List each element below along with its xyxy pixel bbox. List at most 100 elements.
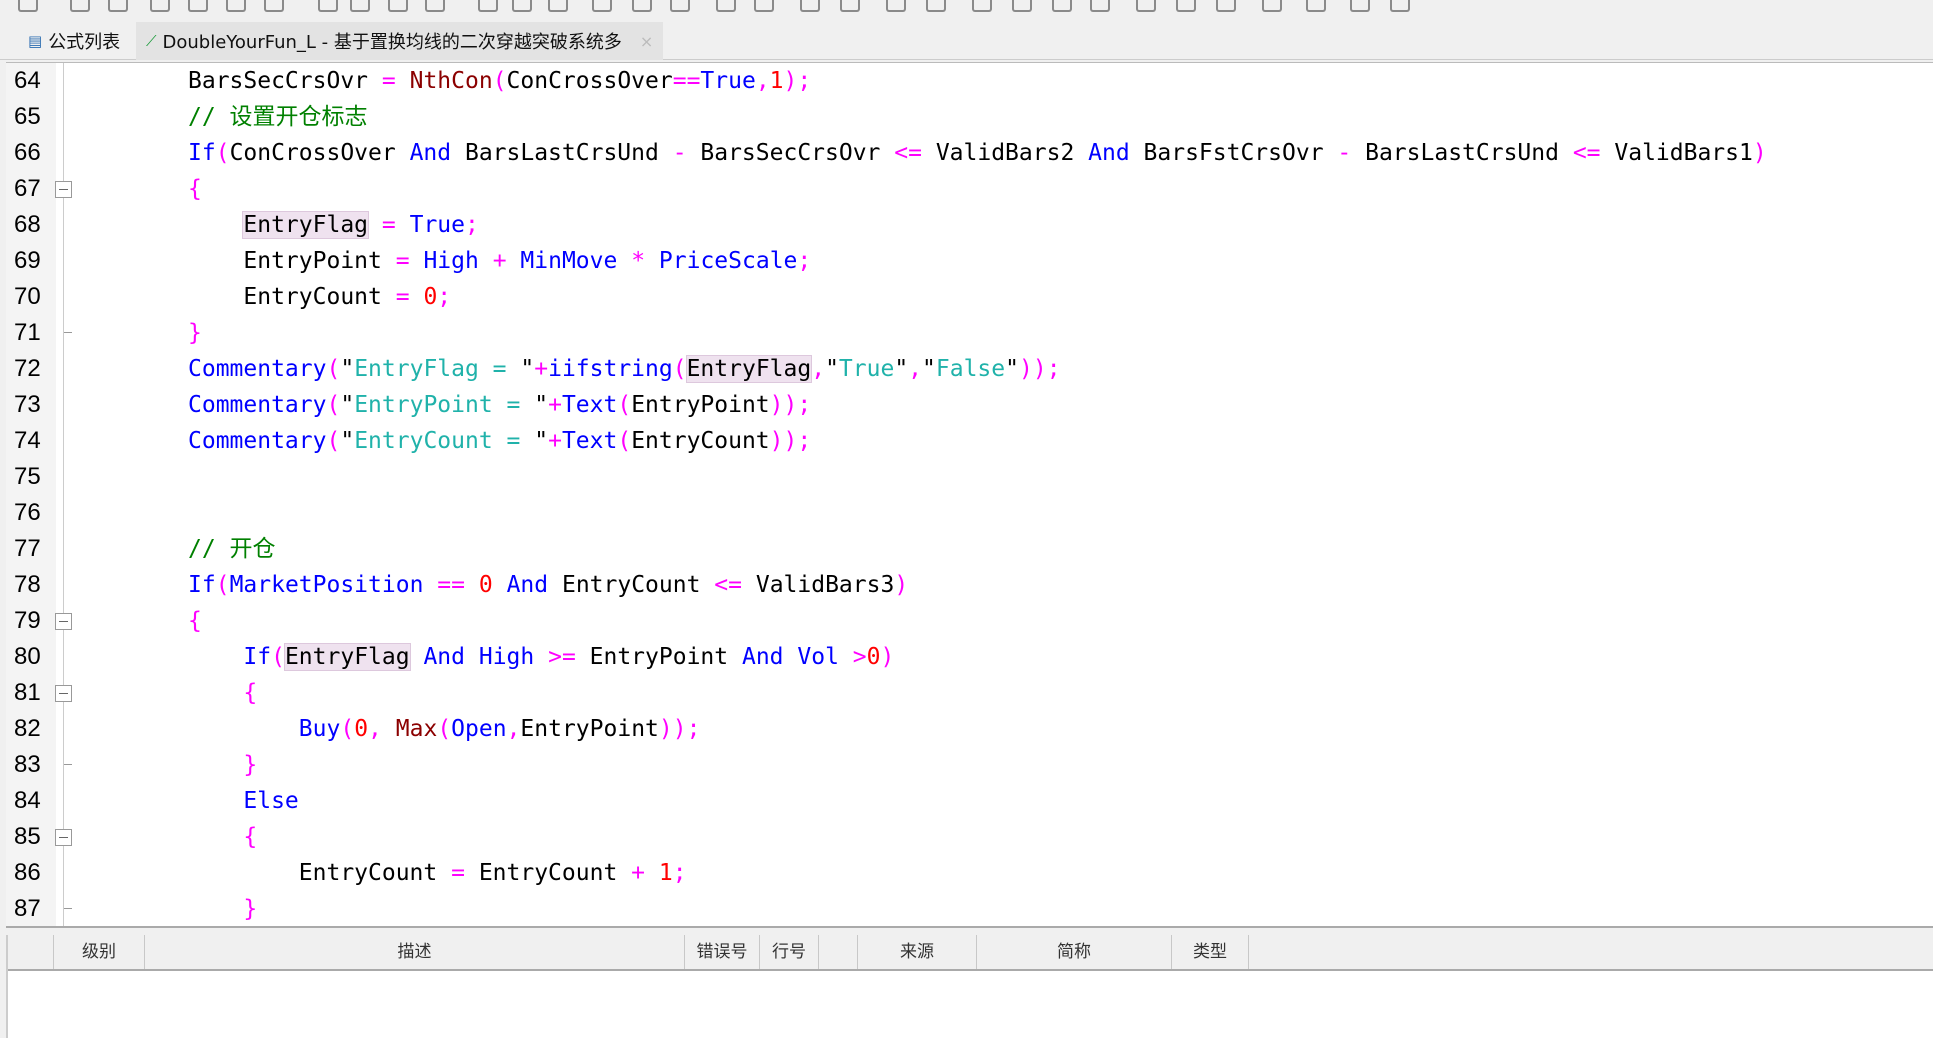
code-line[interactable]: 78 If(MarketPosition == 0 And EntryCount … [6,567,1933,603]
toolbar-button-icon[interactable] [592,0,612,12]
code-token: == [437,572,465,598]
toolbar-button-icon[interactable] [1012,0,1032,12]
fold-toggle-icon[interactable] [55,181,72,198]
code-text: { [188,603,202,639]
toolbar-button-icon[interactable] [632,0,652,12]
code-line[interactable]: 67 { [6,171,1933,207]
code-editor[interactable]: 64 BarsSecCrsOvr = NthCon(ConCrossOver==T… [6,62,1933,928]
toolbar-button-icon[interactable] [18,0,38,12]
code-line[interactable]: 65 // 设置开仓标志 [6,99,1933,135]
toolbar-button-icon[interactable] [318,0,338,12]
code-token: " [894,356,909,382]
code-token: ( [340,716,355,742]
column-header[interactable] [819,935,858,969]
code-line[interactable]: 87 } [6,891,1933,926]
code-text: // 设置开仓标志 [188,99,368,135]
fold-toggle-icon[interactable] [55,685,72,702]
toolbar-button-icon[interactable] [1216,0,1236,12]
code-line[interactable]: 85 { [6,819,1933,855]
toolbar-button-icon[interactable] [1390,0,1410,12]
code-token: Text [561,392,618,418]
code-line[interactable]: 76 [6,495,1933,531]
code-line[interactable]: 80 If(EntryFlag And High >= EntryPoint A… [6,639,1933,675]
toolbar-button-icon[interactable] [425,0,445,12]
toolbar-button-icon[interactable] [388,0,408,12]
code-line[interactable]: 66 If(ConCrossOver And BarsLastCrsUnd - B… [6,135,1933,171]
code-line[interactable]: 71} [6,315,1933,351]
toolbar-button-icon[interactable] [478,0,498,12]
code-token: PriceScale [658,248,798,274]
code-line[interactable]: 70 EntryCount = 0; [6,279,1933,315]
column-header[interactable]: 简称 [977,935,1172,969]
column-header[interactable] [8,935,54,969]
toolbar-button-icon[interactable] [188,0,208,12]
code-token: EntryCount [464,860,632,886]
toolbar-button-icon[interactable] [548,0,568,12]
code-token: ( [617,428,632,454]
code-line[interactable]: 77 // 开仓 [6,531,1933,567]
line-number: 78 [14,571,41,598]
code-line[interactable]: 82 Buy(0, Max(Open,EntryPoint)); [6,711,1933,747]
code-line[interactable]: 73 Commentary("EntryPoint = "+Text(EntryP… [6,387,1933,423]
code-token: True [700,68,756,94]
tab-formula-list[interactable]: ▤ 公式列表 [18,22,130,60]
toolbar-button-icon[interactable] [716,0,736,12]
code-line[interactable]: 69 EntryPoint = High + MinMove * PriceSc… [6,243,1933,279]
toolbar-button-icon[interactable] [350,0,370,12]
code-token: // 开仓 [188,536,276,562]
column-header[interactable]: 行号 [760,935,819,969]
code-line[interactable]: 72 Commentary("EntryFlag = "+iifstring(En… [6,351,1933,387]
code-line[interactable]: 79 { [6,603,1933,639]
toolbar-button-icon[interactable] [512,0,532,12]
code-line[interactable]: 81 { [6,675,1933,711]
toolbar-button-icon[interactable] [754,0,774,12]
code-line[interactable]: 74 Commentary("EntryCount = "+Text(EntryC… [6,423,1933,459]
toolbar-button-icon[interactable] [972,0,992,12]
code-token: NthCon [409,68,493,94]
fold-toggle-icon[interactable] [55,613,72,630]
tab-bar: ▤ 公式列表 ⟋ DoubleYourFun_L - 基于置换均线的二次穿越突破… [0,18,1933,60]
toolbar-button-icon[interactable] [70,0,90,12]
toolbar-button-icon[interactable] [108,0,128,12]
toolbar-button-icon[interactable] [264,0,284,12]
toolbar-button-icon[interactable] [1090,0,1110,12]
code-line[interactable]: 64 BarsSecCrsOvr = NthCon(ConCrossOver==T… [6,63,1933,99]
toolbar-button-icon[interactable] [1350,0,1370,12]
toolbar-button-icon[interactable] [1176,0,1196,12]
column-header[interactable]: 类型 [1172,935,1249,969]
code-token: ) [880,644,895,670]
code-token: = [395,248,410,274]
toolbar-button-icon[interactable] [150,0,170,12]
toolbar-button-icon[interactable] [800,0,820,12]
fold-toggle-icon[interactable] [55,829,72,846]
code-token: ( [271,644,285,670]
line-number: 64 [14,67,41,94]
code-line[interactable]: 75 [6,459,1933,495]
code-line[interactable]: 84 Else [6,783,1933,819]
toolbar-button-icon[interactable] [1052,0,1072,12]
toolbar-button-icon[interactable] [1136,0,1156,12]
toolbar-button-icon[interactable] [1306,0,1326,12]
code-line[interactable]: 83 } [6,747,1933,783]
code-token: And [423,644,465,670]
column-header[interactable]: 描述 [145,935,685,969]
toolbar-button-icon[interactable] [226,0,246,12]
toolbar-button-icon[interactable] [1262,0,1282,12]
close-tab-icon[interactable]: × [640,32,653,51]
column-header[interactable]: 级别 [54,935,145,969]
code-line[interactable]: 68 EntryFlag = True; [6,207,1933,243]
toolbar-button-icon[interactable] [886,0,906,12]
tab-formula-editor[interactable]: ⟋ DoubleYourFun_L - 基于置换均线的二次穿越突破系统多 × [136,22,664,60]
code-token: } [243,896,258,922]
formula-icon: ⟋ [146,32,157,50]
column-header[interactable]: 来源 [858,935,977,969]
code-line[interactable]: 86 EntryCount = EntryCount + 1; [6,855,1933,891]
code-text: EntryFlag = True; [188,207,479,243]
column-header[interactable]: 错误号 [685,935,760,969]
code-token: >= [548,644,576,670]
toolbar-button-icon[interactable] [670,0,690,12]
toolbar-button-icon[interactable] [840,0,860,12]
toolbar-button-icon[interactable] [926,0,946,12]
